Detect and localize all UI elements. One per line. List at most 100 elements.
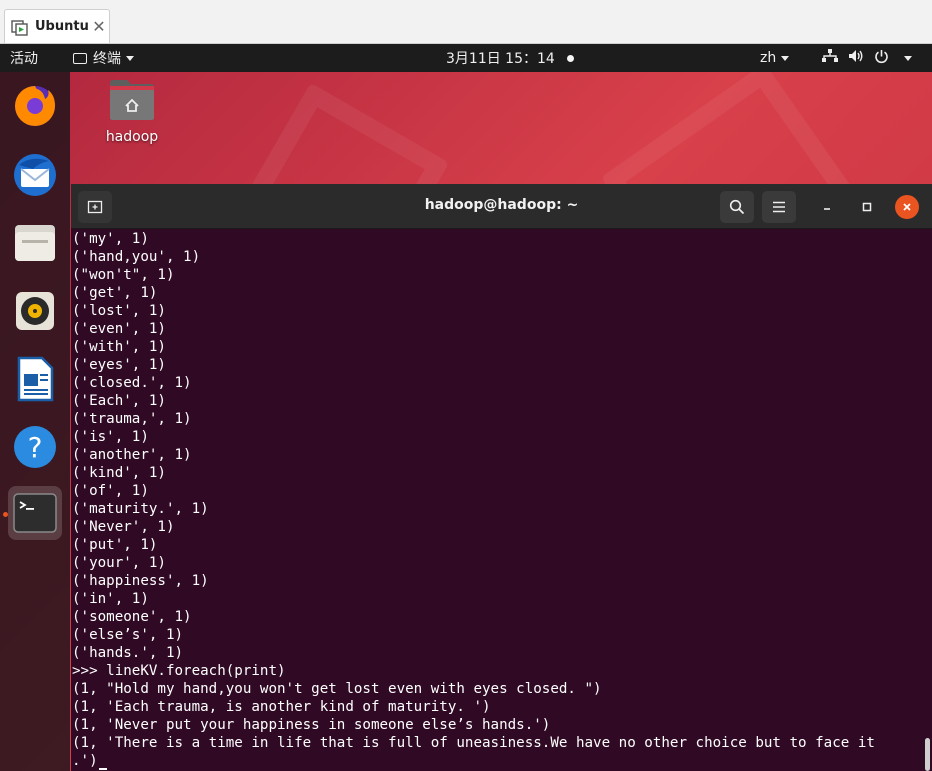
terminal-line-text: ('get', 1) [72,285,158,301]
terminal-line: .') [72,752,923,770]
terminal-line: ('lost', 1) [72,302,923,320]
dock-item-help[interactable]: ? [8,420,62,474]
terminal-output[interactable]: ('my', 1) ('hand,you', 1) ("won't", 1) ('ge… [71,230,923,771]
terminal-line-text: ("won't", 1) [72,267,175,283]
activities-label: 活动 [10,51,38,67]
terminal-line-text: ('maturity.', 1) [72,501,209,517]
notification-dot-icon [567,55,574,62]
terminal-line-text: ('kind', 1) [72,465,166,481]
terminal-window: hadoop@hadoop: ~ ('my', 1) ('hand,you', … [71,184,932,771]
terminal-line-text: (1, 'Each trauma, is another kind of mat… [72,699,491,715]
clock[interactable]: 3月11日 15：14 [446,44,555,72]
system-menu[interactable] [822,44,912,72]
terminal-line: ('of', 1) [72,482,923,500]
terminal-line: ('another', 1) [72,446,923,464]
terminal-line-text: >>> lineKV.foreach(print) [72,663,286,679]
terminal-line-text: ('Never', 1) [72,519,175,535]
terminal-icon [13,493,57,533]
app-menu-label: 终端 [93,51,121,67]
minimize-button[interactable] [815,195,839,219]
terminal-line-text: ('closed.', 1) [72,375,192,391]
terminal-line: ('in', 1) [72,590,923,608]
terminal-line: ('maturity.', 1) [72,500,923,518]
terminal-line-text: ('trauma,', 1) [72,411,192,427]
search-button[interactable] [720,191,754,223]
terminal-line-text: ('hand,you', 1) [72,249,201,265]
terminal-line-text: (1, 'There is a time in life that is ful… [72,735,875,751]
terminal-line: ('put', 1) [72,536,923,554]
vm-tab-ubuntu[interactable]: Ubuntu ✕ [4,9,110,43]
terminal-small-icon [73,52,87,64]
terminal-line: (1, 'Each trauma, is another kind of mat… [72,698,923,716]
input-method-menu[interactable]: zh [760,44,790,72]
clock-label: 3月11日 15：14 [446,51,555,67]
terminal-line: (1, "Hold my hand,you won't get lost eve… [72,680,923,698]
top-bar: 活动 终端 3月11日 15：14 zh [0,44,932,72]
terminal-line: ('eyes', 1) [72,356,923,374]
terminal-line: ('your', 1) [72,554,923,572]
terminal-line: ('Each', 1) [72,392,923,410]
terminal-line: ('someone', 1) [72,608,923,626]
terminal-header-bar[interactable]: hadoop@hadoop: ~ [71,184,932,229]
dock-item-writer[interactable] [8,352,62,406]
terminal-line: (1, 'There is a time in life that is ful… [72,734,923,752]
svg-text:?: ? [28,431,43,464]
terminal-line-text: ('my', 1) [72,231,149,247]
terminal-line-text: ('with', 1) [72,339,166,355]
terminal-line: ('hands.', 1) [72,644,923,662]
close-window-button[interactable] [895,195,919,219]
terminal-line: ('with', 1) [72,338,923,356]
files-icon [15,225,55,261]
home-folder-icon [110,80,154,120]
activities-button[interactable]: 活动 [10,44,38,72]
terminal-line: (1, 'Never put your happiness in someone… [72,716,923,734]
chevron-down-icon [781,55,790,61]
dock-item-terminal[interactable] [8,486,62,540]
terminal-line: ('get', 1) [72,284,923,302]
hamburger-menu-button[interactable] [762,191,796,223]
terminal-line-text: ('lost', 1) [72,303,166,319]
home-folder-shortcut[interactable]: hadoop [103,78,161,145]
chevron-down-icon [904,55,912,61]
terminal-line-text: ('someone', 1) [72,609,192,625]
dock-item-firefox[interactable] [8,78,62,132]
vm-tab-label: Ubuntu [35,19,89,34]
search-icon [729,199,745,215]
terminal-line: ('hand,you', 1) [72,248,923,266]
scrollbar-thumb[interactable] [925,738,930,771]
terminal-line: ("won't", 1) [72,266,923,284]
hamburger-menu-icon [773,201,785,213]
terminal-line-text: ('put', 1) [72,537,158,553]
maximize-button[interactable] [855,195,879,219]
power-icon [874,49,889,68]
terminal-line-text: ('your', 1) [72,555,166,571]
dock-item-rhythmbox[interactable] [8,284,62,338]
terminal-title: hadoop@hadoop: ~ [424,197,579,213]
minimize-icon [824,208,830,210]
dock-item-files[interactable] [8,216,62,270]
terminal-line-text: (1, 'Never put your happiness in someone… [72,717,551,733]
close-tab-icon[interactable]: ✕ [89,17,109,36]
chevron-down-icon [126,55,134,61]
terminal-line: ('my', 1) [72,230,923,248]
thunderbird-icon [14,154,56,196]
terminal-line-text: ('hands.', 1) [72,645,184,661]
firefox-icon [15,86,55,126]
home-folder-label: hadoop [105,129,159,145]
vm-tab-bar: Ubuntu ✕ [0,0,932,44]
terminal-line: ('is', 1) [72,428,923,446]
terminal-line-text: .') [72,753,98,769]
app-menu[interactable]: 终端 [73,44,134,72]
text-cursor [98,768,107,770]
terminal-line-text: (1, "Hold my hand,you won't get lost eve… [72,681,602,697]
terminal-line-text: ('is', 1) [72,429,149,445]
terminal-line-text: ('of', 1) [72,483,149,499]
dock-item-thunderbird[interactable] [8,148,62,202]
terminal-line: ('trauma,', 1) [72,410,923,428]
terminal-line-text: ('else’s', 1) [72,627,184,643]
help-icon: ? [14,426,56,468]
terminal-line: >>> lineKV.foreach(print) [72,662,923,680]
rhythmbox-icon [16,292,54,330]
close-icon [903,203,911,211]
terminal-line-text: ('in', 1) [72,591,149,607]
